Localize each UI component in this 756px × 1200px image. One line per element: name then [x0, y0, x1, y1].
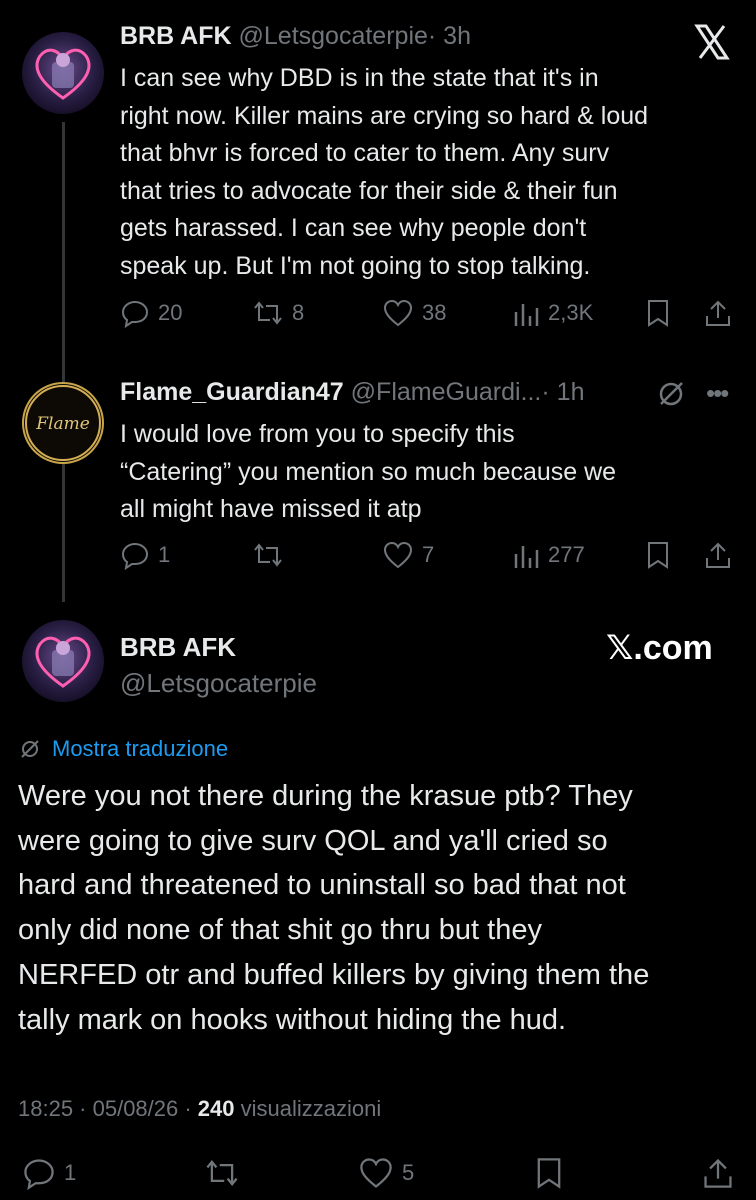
avatar[interactable]: Flame [22, 382, 104, 464]
share-button[interactable] [704, 540, 732, 570]
bookmark-icon [648, 542, 668, 569]
reply-button[interactable]: 1 [120, 540, 170, 570]
repost-count: 8 [292, 300, 305, 325]
text-line: right now. Killer mains are crying so ha… [120, 101, 649, 130]
author-name[interactable]: Flame_Guardian47 [120, 378, 344, 406]
heart-icon [383, 299, 413, 327]
text-line: hard and threatened to uninstall so bad … [18, 869, 626, 902]
text-line: only did none of that shit go thru but t… [18, 914, 542, 947]
views-count: 240 [197, 1096, 235, 1121]
views-icon [514, 546, 539, 568]
flame-logo-icon: Flame [25, 385, 101, 461]
bookmark-button[interactable] [645, 298, 671, 328]
text-line: I can see why DBD is in the state that i… [120, 64, 599, 92]
text-line: speak up. But I'm not going to stop talk… [120, 251, 591, 280]
translate-link[interactable]: Mostra traduzione [18, 736, 228, 762]
timestamp[interactable]: 18:25 · 05/08/26 · [18, 1096, 198, 1121]
reply-button[interactable]: 20 [120, 298, 182, 328]
timestamp-line: 18:25 · 05/08/26 · 240 visualizzazioni [18, 1096, 381, 1122]
share-icon [706, 542, 730, 568]
bookmark-button[interactable] [645, 540, 671, 570]
author-handle[interactable]: @Letsgocaterpie [239, 22, 428, 50]
views-icon [514, 304, 539, 326]
post-time[interactable]: · 3h [428, 22, 471, 50]
like-button[interactable]: 38 [382, 298, 446, 328]
heart-icon [383, 541, 413, 569]
repost-icon [254, 301, 282, 325]
bookmark-button[interactable] [534, 1156, 564, 1190]
more-icon[interactable]: ••• [706, 378, 729, 409]
views-count: 277 [548, 542, 585, 567]
reply-button[interactable]: 1 [22, 1156, 76, 1190]
avatar[interactable] [22, 620, 104, 702]
repost-icon [254, 543, 282, 567]
share-button[interactable] [702, 1156, 734, 1190]
translate-label: Mostra traduzione [52, 736, 229, 761]
tweet-text: Were you not there during the krasue ptb… [18, 774, 738, 1042]
repost-button[interactable] [204, 1156, 248, 1190]
reply-count: 1 [64, 1160, 77, 1185]
tweet-text: I would love from you to specify this “C… [120, 416, 720, 529]
author-name[interactable]: BRB AFK [120, 632, 236, 663]
bookmark-icon [537, 1158, 561, 1189]
text-line: “Catering” you mention so much because w… [120, 457, 617, 486]
text-line: tally mark on hooks without hiding the h… [18, 1003, 567, 1036]
grok-icon[interactable] [655, 378, 687, 415]
bookmark-icon [648, 300, 668, 327]
text-line: gets harassed. I can see why people don'… [120, 214, 587, 242]
share-button[interactable] [704, 298, 732, 328]
text-line: I would love from you to specify this [120, 420, 515, 448]
views-button[interactable]: 2,3K [512, 298, 593, 328]
reply-icon [24, 1159, 54, 1190]
text-line: that tries to advocate for their side & … [120, 176, 618, 205]
repost-button[interactable] [252, 540, 292, 570]
author-name[interactable]: BRB AFK [120, 22, 232, 50]
reply-icon [121, 542, 149, 570]
repost-icon [206, 1159, 238, 1187]
like-button[interactable]: 7 [382, 540, 434, 570]
reply-count: 20 [158, 300, 183, 325]
x-com-logo: 𝕏.com [606, 629, 713, 667]
share-icon [706, 300, 730, 326]
reply-count: 1 [158, 542, 171, 567]
text-line: NERFED otr and buffed killers by giving … [18, 958, 650, 991]
views-label: visualizzazioni [234, 1096, 382, 1121]
author-handle[interactable]: @Letsgocaterpie [120, 668, 317, 699]
share-icon [704, 1158, 732, 1188]
text-line: all might have missed it atp [120, 495, 422, 523]
author-handle[interactable]: @FlameGuardi... [351, 378, 542, 406]
post-time[interactable]: · 1h [541, 378, 584, 406]
text-line: Were you not there during the krasue ptb… [18, 780, 633, 812]
x-logo-icon[interactable] [692, 22, 732, 62]
like-count: 7 [422, 542, 435, 567]
heart-icon [360, 1158, 392, 1188]
translate-icon [21, 740, 39, 758]
thread-line [62, 122, 65, 602]
like-button[interactable]: 5 [358, 1156, 414, 1190]
repost-button[interactable]: 8 [252, 298, 304, 328]
like-count: 5 [402, 1160, 415, 1185]
text-line: were going to give surv QOL and ya'll cr… [18, 824, 608, 857]
like-count: 38 [422, 300, 447, 325]
svg-text:Flame: Flame [35, 414, 90, 434]
text-line: that bhvr is forced to cater to them. An… [120, 139, 610, 167]
reply-icon [121, 300, 149, 328]
views-count: 2,3K [548, 300, 594, 325]
tweet-text: I can see why DBD is in the state that i… [120, 60, 720, 285]
avatar[interactable] [22, 32, 104, 114]
views-button[interactable]: 277 [512, 540, 585, 570]
